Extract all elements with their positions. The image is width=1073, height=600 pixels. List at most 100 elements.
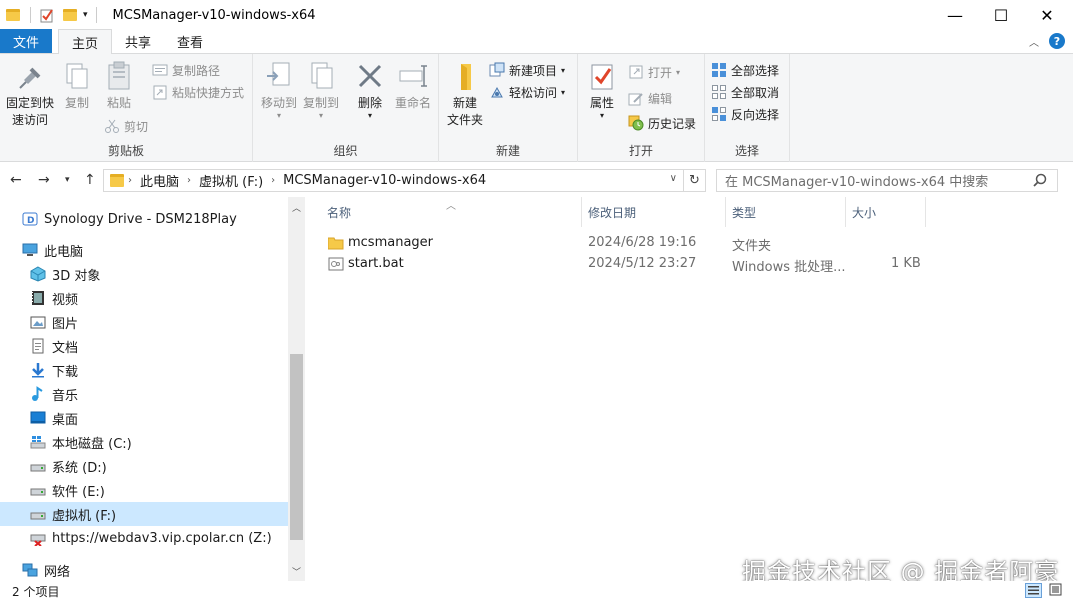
forward-arrow-icon[interactable]: → — [38, 172, 50, 188]
chevron-right-icon[interactable]: › — [187, 175, 191, 186]
column-label: 修改日期 — [588, 205, 637, 220]
quick-access-toolbar: ▾ — [6, 7, 103, 23]
copy-to-label: 复制到 — [302, 96, 339, 110]
minimize-button[interactable]: — — [932, 0, 978, 30]
scroll-down-icon[interactable]: ﹀ — [292, 565, 301, 578]
tab-share[interactable]: 共享 — [112, 29, 164, 53]
tab-home[interactable]: 主页 — [58, 29, 113, 54]
history-button[interactable]: 历史记录 — [628, 113, 696, 133]
nav-item-videos[interactable]: 视频 — [0, 286, 288, 310]
nav-item-label: 虚拟机 (F:) — [52, 508, 117, 524]
nav-item-synology-drive[interactable]: D Synology Drive - DSM218Play — [0, 207, 288, 231]
nav-item-drive-f[interactable]: 虚拟机 (F:) — [0, 502, 288, 526]
nav-item-network[interactable]: 网络 — [0, 558, 288, 582]
chevron-down-icon[interactable]: ▾ — [83, 10, 88, 20]
nav-item-drive-d[interactable]: 系统 (D:) — [0, 454, 288, 478]
nav-item-documents[interactable]: 文档 — [0, 334, 288, 358]
open-button[interactable]: 打开 ▾ — [628, 62, 680, 82]
tab-view[interactable]: 查看 — [164, 29, 216, 53]
column-header-size[interactable]: 大小 — [846, 197, 926, 227]
paste-shortcut-button[interactable]: 粘贴快捷方式 — [152, 82, 244, 102]
nav-scrollbar[interactable]: ︿ ﹀ — [288, 197, 305, 581]
recent-locations-chevron-icon[interactable]: ▾ — [65, 175, 70, 185]
file-name: start.bat — [348, 256, 404, 271]
copy-path-button[interactable]: 复制路径 — [152, 60, 220, 80]
file-list: ︿ 名称 修改日期 类型 大小 mcsmanager 2024/6/28 19:… — [305, 197, 1073, 581]
nav-item-downloads[interactable]: 下载 — [0, 358, 288, 382]
search-icon[interactable] — [1033, 173, 1047, 191]
new-folder-icon[interactable] — [63, 9, 77, 21]
column-header-modified[interactable]: 修改日期 — [582, 197, 726, 227]
properties-button[interactable]: 属性 ▾ — [584, 60, 620, 120]
cut-button[interactable]: 剪切 — [104, 116, 148, 136]
large-icons-view-icon[interactable] — [1048, 583, 1065, 598]
easy-access-button[interactable]: 轻松访问 ▾ — [489, 82, 565, 102]
search-box[interactable]: 在 MCSManager-v10-windows-x64 中搜索 — [716, 169, 1058, 192]
table-row[interactable]: start.bat 2024/5/12 23:27 Windows 批处理...… — [323, 253, 923, 275]
properties-check-icon[interactable] — [39, 7, 55, 23]
copy-path-icon — [152, 62, 168, 78]
select-all-button[interactable]: 全部选择 — [711, 60, 779, 80]
help-icon[interactable]: ? — [1049, 33, 1065, 49]
chevron-right-icon[interactable]: › — [271, 175, 275, 186]
new-item-button[interactable]: 新建项目 ▾ — [489, 60, 565, 80]
nav-item-drive-c[interactable]: 本地磁盘 (C:) — [0, 430, 288, 454]
address-box[interactable]: › 此电脑 › 虚拟机 (F:) › MCSManager-v10-window… — [103, 169, 706, 192]
rename-button[interactable]: 重命名 — [391, 60, 435, 112]
table-row[interactable]: mcsmanager 2024/6/28 19:16 文件夹 — [323, 232, 923, 254]
refresh-icon[interactable]: ↻ — [683, 169, 706, 192]
edit-button[interactable]: 编辑 — [628, 88, 672, 108]
back-arrow-icon[interactable]: ← — [10, 172, 22, 188]
search-placeholder: 在 MCSManager-v10-windows-x64 中搜索 — [725, 175, 989, 190]
column-header-type[interactable]: 类型 — [726, 197, 846, 227]
maximize-button[interactable]: ☐ — [978, 0, 1024, 30]
scroll-up-icon[interactable]: ︿ — [292, 201, 301, 214]
invert-selection-button[interactable]: 反向选择 — [711, 104, 779, 124]
history-icon — [628, 115, 644, 131]
nav-item-pictures[interactable]: 图片 — [0, 310, 288, 334]
select-all-label: 全部选择 — [731, 63, 780, 78]
breadcrumb-this-pc[interactable]: 此电脑 — [140, 171, 179, 190]
chevron-right-icon[interactable]: › — [128, 175, 132, 186]
status-bar: 2 个项目 — [0, 581, 1073, 600]
nav-item-drive-e[interactable]: 软件 (E:) — [0, 478, 288, 502]
move-to-button[interactable]: 移动到 ▾ — [259, 60, 299, 120]
new-folder-button[interactable]: 新建 文件夹 — [443, 60, 487, 129]
pin-label-line2: 速访问 — [11, 113, 48, 127]
nav-item-music[interactable]: 音乐 — [0, 382, 288, 406]
group-label: 选择 — [734, 144, 759, 158]
nav-item-desktop[interactable]: 桌面 — [0, 406, 288, 430]
breadcrumb-folder[interactable]: MCSManager-v10-windows-x64 — [283, 173, 486, 188]
nav-item-this-pc[interactable]: 此电脑 — [0, 238, 288, 262]
column-header-name[interactable]: 名称 — [321, 197, 582, 227]
navigation-pane: D Synology Drive - DSM218Play 此电脑 3D 对象 … — [0, 197, 305, 581]
music-icon — [30, 386, 46, 402]
details-view-icon[interactable] — [1025, 583, 1042, 598]
close-button[interactable]: ✕ — [1024, 0, 1070, 30]
file-modified: 2024/6/28 19:16 — [588, 235, 697, 250]
up-arrow-icon[interactable]: ↑ — [84, 172, 96, 188]
nav-item-network-drive-z[interactable]: https://webdav3.vip.cpolar.cn (Z:) — [0, 526, 288, 550]
pin-to-quick-access-button[interactable]: 固定到快 速访问 — [4, 60, 56, 129]
folder-icon — [110, 174, 124, 187]
breadcrumb-drive-f[interactable]: 虚拟机 (F:) — [199, 171, 263, 190]
select-none-button[interactable]: 全部取消 — [711, 82, 779, 102]
file-explorer-window: ▾ MCSManager-v10-windows-x64 — ☐ ✕ 文件 主页… — [0, 0, 1073, 600]
copy-button[interactable]: 复制 — [60, 60, 94, 112]
scrollbar-thumb[interactable] — [290, 354, 303, 540]
invert-selection-label: 反向选择 — [731, 107, 780, 122]
nav-item-3d-objects[interactable]: 3D 对象 — [0, 262, 288, 286]
chevron-up-icon[interactable]: ︿ — [1029, 34, 1039, 49]
group-new: 新建 文件夹 新建项目 ▾ 轻松访问 ▾ 新建 — [439, 54, 578, 162]
move-to-icon — [263, 60, 295, 92]
select-none-label: 全部取消 — [731, 85, 780, 100]
delete-button[interactable]: 删除 ▾ — [353, 60, 387, 120]
tab-file[interactable]: 文件 — [0, 29, 52, 53]
copy-to-button[interactable]: 复制到 ▾ — [301, 60, 341, 120]
address-dropdown-icon[interactable]: ∨ — [670, 173, 677, 184]
disconnected-network-drive-icon — [30, 530, 46, 547]
nav-item-label: 3D 对象 — [52, 268, 101, 284]
nav-item-label: 网络 — [44, 564, 71, 580]
batch-file-icon — [328, 256, 344, 276]
paste-button[interactable]: 粘贴 — [100, 60, 138, 112]
